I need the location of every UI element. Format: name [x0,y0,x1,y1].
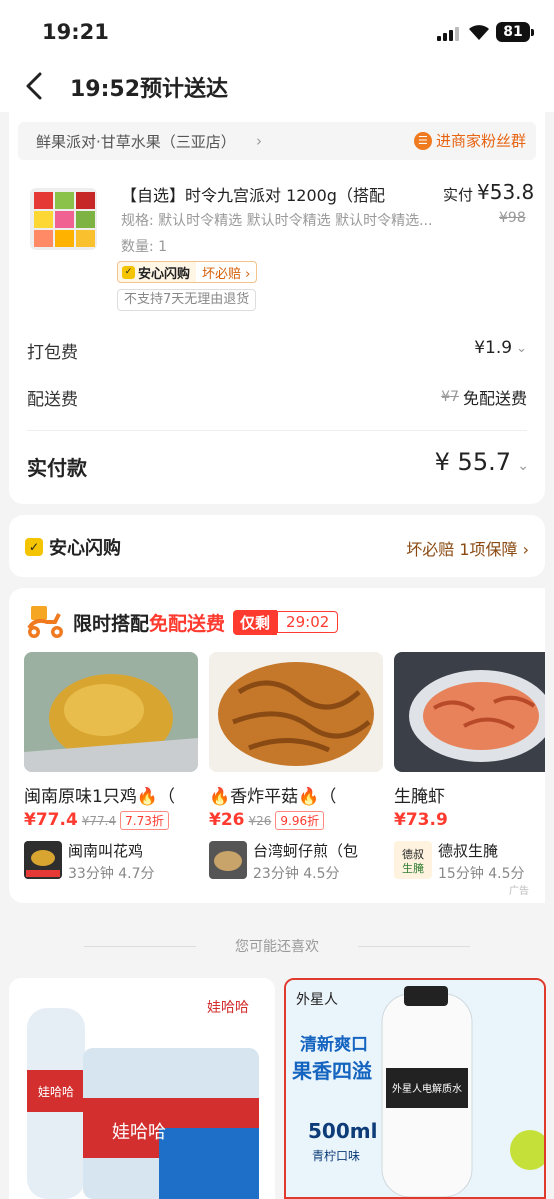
delivery-value: 免配送费 [462,389,527,408]
signal-icon [437,26,459,41]
shop-name[interactable]: 鲜果派对·甘草水果（三亚店） [36,131,236,152]
discount-badge: 9.96折 [275,811,325,830]
scooter-icon [27,606,63,638]
shop-name: 德叔生腌 [438,842,499,860]
recommend-item[interactable]: 娃哈哈 娃哈哈 娃哈哈 [9,978,275,1199]
paid-price: ¥53.8 [477,180,535,204]
product-price: ¥77.4 [24,810,78,830]
brand-text: 娃哈哈 [38,1085,74,1099]
deal-highlight: 免配送费 [149,612,226,635]
delivery-original: ¥7 [441,389,459,405]
delivery-fee-label: 配送费 [27,390,78,410]
packing-fee-label: 打包费 [27,343,78,363]
shop-avatar [24,841,62,879]
assurance-sub-label: 坏必赔 [202,266,242,282]
recommend-item[interactable]: 外星人 清新爽口 果香四溢 500ml 青柠口味 外星人电解质水 [284,978,546,1199]
flavor-text: 青柠口味 [312,1148,360,1163]
assurance-detail: 坏必赔 1项保障 [406,540,518,559]
product-image[interactable] [24,652,198,772]
page-title: 19:52预计送达 [70,77,229,102]
discount-badge: 7.73折 [120,811,169,830]
product-name[interactable]: 【自选】时令九宫派对 1200g（搭配 [121,182,441,206]
shop-meta: 15分钟 4.5分 [438,866,525,882]
shop-meta: 23分钟 4.5分 [253,866,340,882]
brand-text: 娃哈哈 [112,1122,166,1143]
status-bar: 19:21 81 [0,0,554,62]
battery-icon: 81 [496,22,534,42]
original-price: ¥98 [499,210,526,226]
svg-text:生腌: 生腌 [402,861,424,875]
deal-title: 限时搭配 [73,612,150,635]
packing-fee[interactable]: ¥1.9 ⌄ [474,338,527,358]
product-old-price: ¥26 [248,814,272,828]
shop-bar[interactable]: 鲜果派对·甘草水果（三亚店） › ☰ 进商家粉丝群 [18,122,536,160]
deal-product[interactable]: 🔥香炸平菇🔥（ ¥26 ¥26 9.96折 台湾蚵仔煎（包 23分钟 4.5分 [209,652,383,892]
wifi-icon [469,25,489,40]
recommend-heading: 您可能还喜欢 [0,936,554,956]
product-thumbnail[interactable] [26,182,101,256]
product-price-row: ¥77.4 ¥77.4 7.73折 [24,810,169,830]
remain-label: 仅剩 [233,609,278,635]
product-name: 生腌虾 [394,787,445,807]
product-image[interactable] [394,652,545,772]
wahaha-product-image: 娃哈哈 娃哈哈 娃哈哈 [9,978,275,1199]
divider [27,430,527,431]
product-spec: 规格: 默认时令精选 默认时令精选 默认时令精选... [121,213,433,229]
fans-group-link[interactable]: ☰ 进商家粉丝群 [413,130,526,151]
total-value: ¥ 55.7 [434,448,511,476]
countdown: 29:02 [277,611,339,633]
shop-meta: 33分钟 4.7分 [68,866,155,882]
back-icon[interactable] [22,68,52,104]
volume-text: 500ml [308,1119,377,1143]
assurance-title: 安心闪购 [49,538,121,559]
slogan-line2: 果香四溢 [292,1059,372,1083]
chevron-down-icon[interactable]: ⌄ [517,458,529,474]
chevron-right-icon: › [256,132,262,150]
bottle-label: 外星人电解质水 [392,1082,462,1095]
order-card: 鲜果派对·甘草水果（三亚店） › ☰ 进商家粉丝群 【自选】时令九宫派对 120… [9,112,545,504]
product-price: ¥26 [209,810,245,830]
product-price-row: ¥26 ¥26 9.96折 [209,810,325,830]
status-time: 19:21 [42,20,109,44]
product-name: 闽南原味1只鸡🔥（ [24,787,175,807]
brand-logo-text: 娃哈哈 [207,1000,249,1016]
shop-name: 闽南叫花鸡 [68,842,144,860]
shop-name: 台湾蚵仔煎（包 [253,842,359,860]
nav-bar: 19:52预计送达 [0,62,554,112]
shop-avatar: 德叔 生腌 [394,841,432,879]
chat-icon: ☰ [413,131,432,150]
product-old-price: ¥77.4 [81,814,117,828]
deal-product[interactable]: 生腌虾 ¥73.9 德叔 生腌 德叔生腌 15分钟 4.5分 [394,652,545,892]
assurance-card[interactable]: ✓ 安心闪购 坏必赔 1项保障 › [9,515,545,577]
return-policy-tag: 不支持7天无理由退货 [117,289,257,311]
assurance-tag[interactable]: ✓ 安心闪购 坏必赔 › [117,261,258,283]
chevron-down-icon: ⌄ [516,340,527,356]
deal-header: 限时搭配 免配送费 仅剩 29:02 [25,602,339,642]
product-image[interactable] [209,652,383,772]
product-quantity: 数量: 1 [121,239,168,255]
packing-fee-value: ¥1.9 [474,338,513,358]
check-shield-icon: ✓ [25,538,43,556]
alien-water-product-image: 外星人 清新爽口 果香四溢 500ml 青柠口味 外星人电解质水 [286,980,544,1197]
total-label: 实付款 [27,456,87,480]
slogan-line1: 清新爽口 [300,1034,368,1055]
product-price-row: ¥73.9 [394,810,448,830]
assurance-tag-label: 安心闪购 [138,266,191,282]
product-price: ¥73.9 [394,810,448,830]
product-name: 🔥香炸平菇🔥（ [209,787,337,807]
shop-avatar [209,841,247,879]
check-shield-icon: ✓ [122,265,135,279]
fans-group-label: 进商家粉丝群 [435,132,526,150]
deal-card: 限时搭配 免配送费 仅剩 29:02 闽南原味1只鸡🔥（ ¥77.4 ¥77.4… [9,588,545,903]
ad-label: 广告 [509,886,529,897]
svg-text:德叔: 德叔 [402,847,424,861]
paid-label: 实付 [443,186,474,204]
deal-product[interactable]: 闽南原味1只鸡🔥（ ¥77.4 ¥77.4 7.73折 闽南叫花鸡 33分钟 4… [24,652,198,892]
delivery-fee: ¥7 免配送费 [441,385,527,409]
brand-name: 外星人 [296,992,338,1008]
